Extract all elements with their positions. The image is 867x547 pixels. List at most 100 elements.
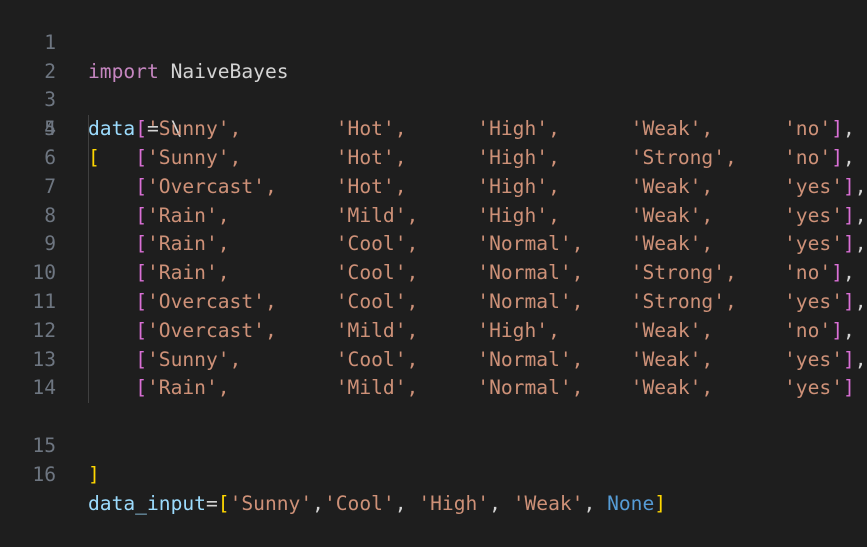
string-literal: 'Rain',: [146, 261, 230, 285]
string-literal: 'Weak',: [630, 232, 714, 256]
string-literal: 'Rain',: [146, 232, 230, 256]
string-literal: 'High',: [477, 174, 560, 198]
row-close-bracket: ]: [831, 146, 843, 169]
code-text[interactable]: ['Rain', 'Mild', 'High', 'Weak', 'yes'],: [88, 202, 867, 231]
string-literal: 'Sunny',: [146, 117, 242, 141]
code-text[interactable]: ['Rain', 'Cool', 'Normal', 'Strong', 'no…: [88, 259, 855, 288]
comma: ,: [854, 347, 867, 371]
line-number: 10: [32, 261, 56, 285]
string-literal: 'yes': [784, 232, 843, 256]
string-literal: 'Mild',: [335, 318, 419, 342]
string-literal: 'Overcast',: [146, 318, 277, 342]
code-line-3[interactable]: 3 data = \: [0, 58, 867, 140]
code-line-15[interactable]: 15 ]: [0, 403, 867, 486]
code-line-7[interactable]: 7 ['Overcast', 'Hot', 'High', 'Weak', 'y…: [0, 173, 867, 202]
code-line-10[interactable]: 10 ['Rain', 'Cool', 'Normal', 'Strong', …: [0, 259, 867, 288]
comma: ,: [843, 117, 855, 141]
code-line-12[interactable]: 12 ['Overcast', 'Mild', 'High', 'Weak', …: [0, 317, 867, 346]
string-literal: 'Cool': [323, 491, 395, 515]
row-close-bracket: ]: [843, 174, 855, 198]
string-literal: 'Normal',: [477, 290, 584, 313]
string-literal: 'High',: [477, 203, 560, 227]
close-bracket: ]: [654, 491, 667, 515]
code-line-6[interactable]: 6 ['Sunny', 'Hot', 'High', 'Strong', 'no…: [0, 144, 867, 173]
code-line-16[interactable]: 16 data_input=['Sunny','Cool', 'High', '…: [0, 432, 867, 515]
code-text[interactable]: ['Sunny', 'Cool', 'Normal', 'Weak', 'yes…: [88, 346, 867, 375]
code-text[interactable]: ['Rain', 'Cool', 'Normal', 'Weak', 'yes'…: [88, 230, 866, 259]
code-line-1[interactable]: 1 import NaiveBayes: [0, 0, 867, 83]
string-literal: 'Cool',: [335, 261, 419, 285]
code-text[interactable]: ['Rain', 'Mild', 'Normal', 'Weak', 'yes'…: [88, 374, 855, 403]
code-editor[interactable]: 1 import NaiveBayes 2 3 data = \ 4 [ 5 […: [0, 0, 867, 515]
comma: ,: [854, 203, 867, 227]
string-literal: 'High': [418, 491, 490, 515]
string-literal: 'High',: [477, 146, 560, 169]
string-literal: 'Weak',: [630, 203, 714, 227]
code-text[interactable]: ['Overcast', 'Cool', 'Normal', 'Strong',…: [88, 288, 867, 317]
code-text[interactable]: ]: [88, 461, 100, 490]
code-line-4[interactable]: 4 [: [0, 86, 867, 169]
row-open-bracket: [: [135, 318, 147, 342]
string-literal: 'Weak',: [630, 117, 714, 141]
code-line-5[interactable]: 5 ['Sunny', 'Hot', 'High', 'Weak', 'no']…: [0, 115, 867, 144]
string-literal: 'Sunny': [229, 491, 313, 515]
code-line-14[interactable]: 14 ['Rain', 'Mild', 'Normal', 'Weak', 'y…: [0, 374, 867, 403]
string-literal: 'Weak',: [630, 376, 714, 400]
string-literal: 'Weak',: [630, 174, 714, 198]
comma: ,: [854, 290, 867, 313]
code-text[interactable]: data_input=['Sunny','Cool', 'High', 'Wea…: [88, 490, 666, 519]
separator: ,: [394, 491, 419, 515]
line-number: 14: [32, 376, 56, 400]
line-number: 9: [44, 232, 56, 256]
line-number: 11: [32, 290, 56, 313]
separator: ,: [489, 491, 513, 515]
code-text[interactable]: ['Overcast', 'Mild', 'High', 'Weak', 'no…: [88, 317, 855, 346]
string-literal: 'Normal',: [477, 261, 584, 285]
string-literal: 'Strong',: [630, 290, 737, 313]
code-text[interactable]: ['Sunny', 'Hot', 'High', 'Strong', 'no']…: [88, 144, 855, 173]
code-line-8[interactable]: 8 ['Rain', 'Mild', 'High', 'Weak', 'yes'…: [0, 202, 867, 231]
string-literal: 'Overcast',: [146, 290, 277, 313]
code-line-9[interactable]: 9 ['Rain', 'Cool', 'Normal', 'Weak', 'ye…: [0, 230, 867, 259]
code-line-11[interactable]: 11 ['Overcast', 'Cool', 'Normal', 'Stron…: [0, 288, 867, 317]
string-literal: 'High',: [477, 318, 560, 342]
code-text[interactable]: ['Sunny', 'Hot', 'High', 'Weak', 'no'],: [88, 115, 855, 144]
string-literal: 'yes': [784, 203, 843, 227]
code-line-2[interactable]: 2: [0, 29, 867, 83]
row-open-bracket: [: [135, 146, 147, 169]
row-open-bracket: [: [135, 261, 147, 285]
string-literal: 'Overcast',: [146, 174, 277, 198]
code-line-13[interactable]: 13 ['Sunny', 'Cool', 'Normal', 'Weak', '…: [0, 346, 867, 375]
string-literal: 'Strong',: [630, 146, 737, 169]
string-literal: 'yes': [784, 347, 843, 371]
row-open-bracket: [: [135, 347, 147, 371]
string-literal: 'Mild',: [335, 203, 419, 227]
string-literal: 'Weak': [512, 491, 584, 515]
separator: ,: [583, 491, 608, 515]
line-number: 12: [32, 318, 56, 342]
code-text[interactable]: ['Overcast', 'Hot', 'High', 'Weak', 'yes…: [88, 173, 866, 202]
string-literal: 'Cool',: [335, 290, 419, 313]
line-number: 7: [44, 174, 56, 198]
